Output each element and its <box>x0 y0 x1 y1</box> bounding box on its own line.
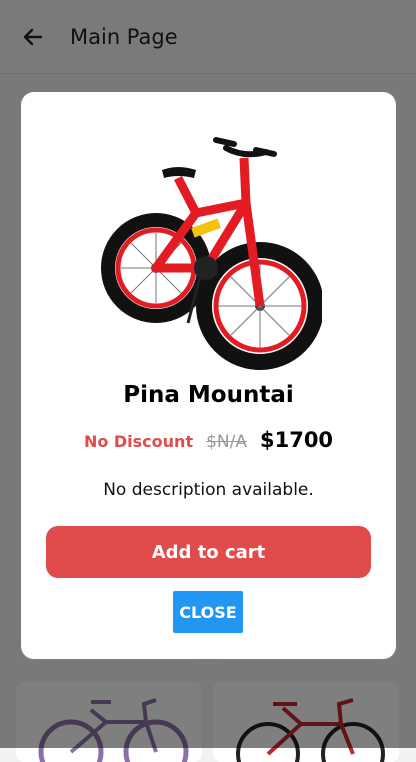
bicycle-image <box>101 137 322 370</box>
close-button[interactable]: CLOSE <box>173 591 243 633</box>
product-detail-dialog: Pina Mountai No Discount $N/A $1700 No d… <box>21 92 396 659</box>
product-description: No description available. <box>103 480 314 500</box>
original-price: $N/A <box>206 432 247 452</box>
discount-label: No Discount <box>83 432 194 451</box>
current-price: $1700 <box>259 428 334 452</box>
product-name: Pina Mountai <box>123 382 294 408</box>
price-row: No Discount $N/A $1700 <box>21 428 396 452</box>
add-to-cart-button[interactable]: Add to cart <box>46 526 371 578</box>
